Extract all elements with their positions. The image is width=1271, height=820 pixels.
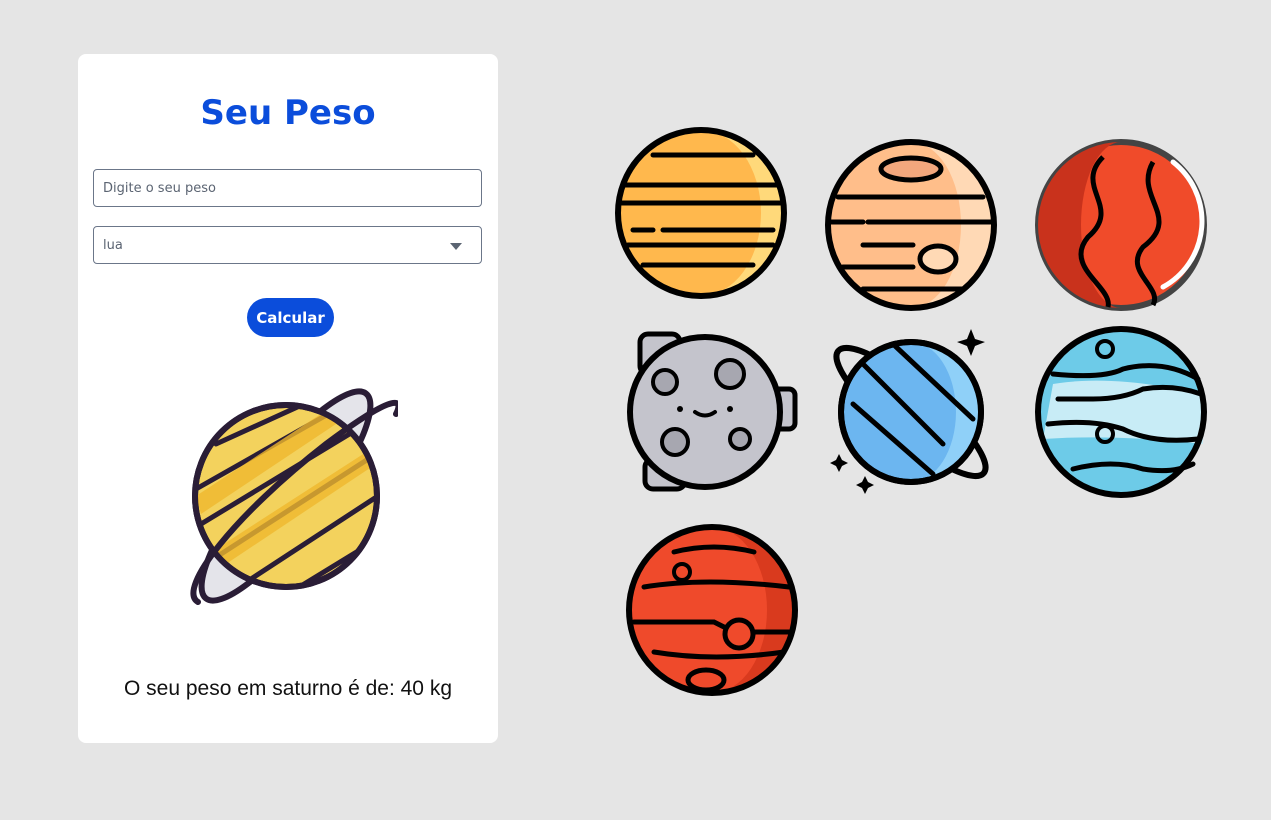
calculate-button[interactable]: Calcular	[247, 298, 334, 337]
page-title: Seu Peso	[200, 93, 376, 133]
moon-icon	[627, 331, 798, 492]
weight-input[interactable]	[93, 169, 482, 207]
weight-card: Seu Peso lua Calcular O seu peso em satu…	[78, 54, 498, 743]
uranus-icon	[830, 329, 989, 494]
jupiter-yellow-icon	[615, 127, 787, 299]
mars-icon	[1035, 139, 1207, 311]
saturn-icon	[190, 388, 398, 605]
neptune-icon	[1035, 326, 1207, 498]
planet-select-value: lua	[103, 237, 123, 253]
chevron-down-icon	[450, 243, 462, 250]
planet-select[interactable]: lua	[93, 226, 482, 264]
venus-icon	[825, 139, 997, 311]
result-text: O seu peso em saturno é de: 40 kg	[123, 677, 453, 700]
jupiter-red-icon	[626, 524, 798, 696]
